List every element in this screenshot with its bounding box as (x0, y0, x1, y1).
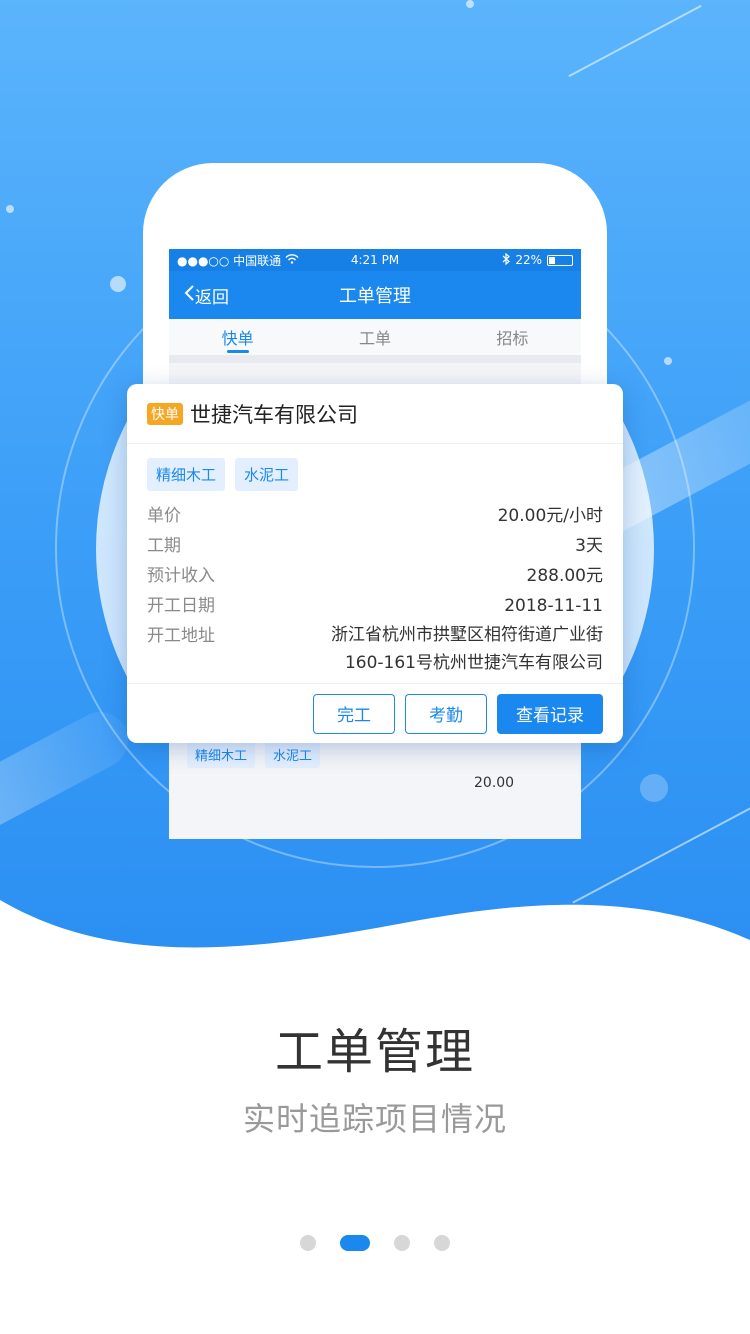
background-list-tags: 精细木工 水泥工 (187, 741, 321, 768)
decor-dot (664, 357, 672, 365)
order-card[interactable]: 快单 世捷汽车有限公司 精细木工 水泥工 单价 20.00元/小时 工期 3天 … (127, 384, 623, 743)
complete-button[interactable]: 完工 (313, 693, 395, 734)
tab-quick-order[interactable]: 快单 (169, 319, 306, 355)
card-actions: 完工 考勤 查看记录 (127, 683, 623, 743)
decor-dot (466, 0, 474, 8)
status-bar: ●●●○○ 中国联通 4:21 PM 22% (169, 249, 581, 271)
battery-icon (547, 254, 573, 266)
navigation-bar: 返回 工单管理 (169, 271, 581, 319)
background-price: 20.00 (474, 775, 515, 791)
detail-row-unit-price: 单价 20.00元/小时 (147, 501, 603, 531)
page-indicator (0, 1235, 750, 1251)
decor-dot (6, 205, 14, 213)
page-dot[interactable] (300, 1235, 316, 1251)
wifi-icon (285, 253, 299, 267)
nav-title: 工单管理 (339, 286, 411, 307)
attendance-button[interactable]: 考勤 (405, 693, 487, 734)
detail-label: 开工地址 (147, 626, 215, 646)
detail-row-duration: 工期 3天 (147, 531, 603, 561)
detail-value: 20.00元/小时 (497, 506, 603, 526)
skill-tag: 精细木工 (147, 458, 226, 491)
detail-label: 工期 (147, 536, 181, 556)
detail-row-expected-income: 预计收入 288.00元 (147, 561, 603, 591)
carrier-label: ●●●○○ 中国联通 (177, 253, 282, 268)
company-name: 世捷汽车有限公司 (190, 402, 358, 427)
detail-value: 浙江省杭州市拱墅区相符街道广业街160-161号杭州世捷汽车有限公司 (331, 625, 603, 673)
page-dot[interactable] (394, 1235, 410, 1251)
page-title: 工单管理 (274, 1024, 475, 1080)
battery-percent: 22% (515, 253, 542, 267)
bluetooth-icon (502, 252, 511, 268)
background-tag: 精细木工 (187, 741, 256, 768)
page-dot-active[interactable] (340, 1235, 370, 1251)
detail-label: 预计收入 (147, 566, 215, 586)
tab-work-order[interactable]: 工单 (306, 319, 443, 355)
detail-row-start-date: 开工日期 2018-11-11 (147, 591, 603, 621)
decor-dot (640, 774, 668, 802)
quick-order-badge: 快单 (147, 402, 183, 425)
view-records-button[interactable]: 查看记录 (497, 693, 603, 734)
detail-label: 单价 (147, 506, 181, 526)
detail-value: 288.00元 (526, 566, 603, 586)
chevron-left-icon (183, 284, 195, 307)
detail-value: 3天 (575, 536, 603, 556)
decor-dot (110, 276, 126, 292)
background-tag: 水泥工 (265, 741, 321, 768)
detail-row-address: 开工地址 浙江省杭州市拱墅区相符街道广业街160-161号杭州世捷汽车有限公司 (147, 621, 603, 677)
page-dot[interactable] (434, 1235, 450, 1251)
page-subtitle: 实时追踪项目情况 (242, 1100, 507, 1138)
card-header: 快单 世捷汽车有限公司 (127, 384, 623, 444)
skill-tags: 精细木工 水泥工 (127, 444, 623, 491)
detail-value: 2018-11-11 (504, 596, 603, 616)
detail-label: 开工日期 (147, 596, 215, 616)
skill-tag: 水泥工 (235, 458, 299, 491)
tab-bar: 快单 工单 招标 (169, 319, 581, 363)
tab-bidding[interactable]: 招标 (444, 319, 581, 355)
back-label: 返回 (195, 287, 229, 308)
order-details: 单价 20.00元/小时 工期 3天 预计收入 288.00元 开工日期 201… (127, 491, 623, 677)
decor-line-top (568, 4, 702, 78)
back-button[interactable]: 返回 (169, 283, 229, 308)
